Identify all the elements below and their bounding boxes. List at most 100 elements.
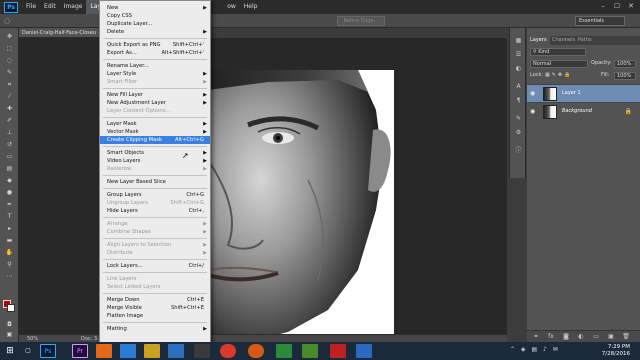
layer-name[interactable]: Background (562, 108, 592, 114)
workspace-select[interactable]: Essentials (575, 16, 625, 26)
menu-item-arrange[interactable]: Arrange ▶ (100, 220, 210, 228)
blend-mode-select[interactable]: Normal (530, 60, 588, 68)
app-icon-3[interactable] (168, 344, 184, 358)
maximize-icon[interactable]: ☐ (610, 0, 624, 12)
app-icon-5[interactable] (276, 344, 292, 358)
layer-filter-kind-select[interactable]: ⚲ Kind (530, 48, 586, 56)
opacity-field[interactable]: 100% (614, 60, 636, 68)
menu-item-new[interactable]: New ▶ (100, 4, 210, 12)
marquee-tool-icon[interactable]: ⬚ (3, 44, 16, 53)
crop-tool-icon[interactable]: ⌗ (3, 80, 16, 89)
eraser-tool-icon[interactable]: ▭ (3, 152, 16, 161)
history-brush-tool-icon[interactable]: ↺ (3, 140, 16, 149)
menu-item-new-layer-based-slice[interactable]: New Layer Based Slice (100, 178, 210, 186)
menu-item-new-adjustment-layer[interactable]: New Adjustment Layer ▶ (100, 99, 210, 107)
menu-item-combine-shapes[interactable]: Combine Shapes ▶ (100, 228, 210, 236)
menu-item-layer-content-options[interactable]: Layer Content Options... (100, 107, 210, 115)
task-view-icon[interactable]: ▢ (20, 344, 36, 358)
refine-edge-button[interactable]: Refine Edge... (337, 16, 385, 26)
tab-paths[interactable]: Paths (575, 36, 595, 45)
properties-panel-icon[interactable]: ☰ (513, 50, 524, 59)
menu-help[interactable]: Help (240, 0, 262, 14)
menu-item-ungroup-layers[interactable]: Ungroup Layers Shift+Ctrl+G (100, 199, 210, 207)
menu-item-merge-visible[interactable]: Merge Visible Shift+Ctrl+E (100, 304, 210, 312)
pen-tool-icon[interactable]: ✒ (3, 200, 16, 209)
opera-icon[interactable] (248, 344, 264, 358)
tab-channels[interactable]: Channels (549, 36, 578, 45)
menu-item-layer-style[interactable]: Layer Style ▶ (100, 70, 210, 78)
layer-row-layer-1[interactable]: ◉ Layer 1 (527, 84, 640, 102)
character-panel-icon[interactable]: A (513, 82, 524, 91)
minimize-icon[interactable]: – (596, 0, 610, 12)
layer-row-background[interactable]: ◉ Background 🔒 (527, 102, 640, 120)
hand-tool-icon[interactable]: ✋ (3, 248, 16, 257)
menu-item-rasterize[interactable]: Rasterize ▶ (100, 165, 210, 173)
quick-mask-icon[interactable]: ◘ (3, 320, 16, 329)
menu-item-group-layers[interactable]: Group Layers Ctrl+G (100, 191, 210, 199)
menu-item-lock-layers[interactable]: Lock Layers... Ctrl+/ (100, 262, 210, 270)
fill-field[interactable]: 100% (614, 72, 636, 80)
lasso-tool-icon[interactable]: ◌ (3, 56, 16, 65)
visibility-eye-icon[interactable]: ◉ (530, 90, 535, 97)
layer-name[interactable]: Layer 1 (562, 90, 581, 96)
clone-stamp-tool-icon[interactable]: ⊥ (3, 128, 16, 137)
menu-item-create-clipping-mask[interactable]: Create Clipping Mask Alt+Ctrl+G (100, 136, 210, 144)
quick-select-tool-icon[interactable]: ✎ (3, 68, 16, 77)
menu-item-merge-down[interactable]: Merge Down Ctrl+E (100, 296, 210, 304)
path-select-tool-icon[interactable]: ▸ (3, 224, 16, 233)
menu-item-rename-layer[interactable]: Rename Layer... (100, 62, 210, 70)
menu-edit[interactable]: Edit (40, 0, 60, 14)
app-icon-4[interactable] (194, 344, 210, 358)
menu-item-video-layers[interactable]: Video Layers ▶ (100, 157, 210, 165)
shape-tool-icon[interactable]: ▬ (3, 236, 16, 245)
app-icon-8[interactable] (356, 344, 372, 358)
premiere-taskbar-icon[interactable]: Pr (72, 344, 88, 358)
history-panel-icon[interactable]: ▦ (513, 36, 524, 45)
menu-file[interactable]: File (22, 0, 40, 14)
menu-item-export-as[interactable]: Export As... Alt+Shift+Ctrl+' (100, 49, 210, 57)
menu-item-distribute[interactable]: Distribute ▶ (100, 249, 210, 257)
info-panel-icon[interactable]: ⓘ (513, 146, 524, 155)
brush-tool-icon[interactable]: ✐ (3, 116, 16, 125)
dodge-tool-icon[interactable]: ● (3, 188, 16, 197)
menu-item-new-fill-layer[interactable]: New Fill Layer ▶ (100, 91, 210, 99)
photoshop-taskbar-icon[interactable]: Ps (40, 344, 56, 358)
menu-item-delete[interactable]: Delete ▶ (100, 28, 210, 36)
app-icon-6[interactable] (302, 344, 318, 358)
menu-item-link-layers[interactable]: Link Layers (100, 275, 210, 283)
healing-tool-icon[interactable]: ✚ (3, 104, 16, 113)
lasso-tool-icon[interactable]: ◌ (4, 16, 16, 26)
screen-mode-icon[interactable]: ▣ (3, 330, 16, 339)
app-icon-7[interactable] (330, 344, 346, 358)
lock-icons[interactable]: ▦✎✥🔒 (545, 71, 572, 80)
eyedropper-tool-icon[interactable]: ⁄ (3, 92, 16, 101)
menu-item-smart-objects[interactable]: Smart Objects ▶ (100, 149, 210, 157)
menu-item-quick-export-as-png[interactable]: Quick Export as PNG Shift+Ctrl+' (100, 41, 210, 49)
menu-item-smart-filter[interactable]: Smart Filter ▶ (100, 78, 210, 86)
menu-item-layer-mask[interactable]: Layer Mask ▶ (100, 120, 210, 128)
menu-item-copy-css[interactable]: Copy CSS (100, 12, 210, 20)
menu-item-duplicate-layer[interactable]: Duplicate Layer... (100, 20, 210, 28)
system-tray-icons[interactable]: ⌃ ◈ ▤ ♪ ✉ (510, 346, 560, 353)
adjustments-panel-icon[interactable]: ◐ (513, 64, 524, 73)
file-explorer-icon[interactable] (144, 344, 160, 358)
menu-item-align-layers-to-selection[interactable]: Align Layers to Selection ▶ (100, 241, 210, 249)
brush-panel-icon[interactable]: ✎ (513, 114, 524, 123)
menu-image[interactable]: Image (60, 0, 87, 14)
close-icon[interactable]: ✕ (624, 0, 638, 12)
tab-layers[interactable]: Layers (527, 36, 550, 45)
app-icon-1[interactable] (96, 344, 112, 358)
gradient-tool-icon[interactable]: ▤ (3, 164, 16, 173)
menu-item-matting[interactable]: Matting ▶ (100, 325, 210, 333)
paragraph-panel-icon[interactable]: ¶ (513, 96, 524, 105)
menu-window[interactable]: ow (223, 0, 240, 14)
clone-source-panel-icon[interactable]: ⚙ (513, 128, 524, 137)
app-icon-2[interactable] (120, 344, 136, 358)
menu-item-select-linked-layers[interactable]: Select Linked Layers (100, 283, 210, 291)
blur-tool-icon[interactable]: ◆ (3, 176, 16, 185)
chrome-icon[interactable] (220, 344, 236, 358)
menu-item-flatten-image[interactable]: Flatten Image (100, 312, 210, 320)
windows-start-icon[interactable]: ⊞ (2, 344, 18, 358)
menu-item-vector-mask[interactable]: Vector Mask ▶ (100, 128, 210, 136)
visibility-eye-icon[interactable]: ◉ (530, 108, 535, 115)
